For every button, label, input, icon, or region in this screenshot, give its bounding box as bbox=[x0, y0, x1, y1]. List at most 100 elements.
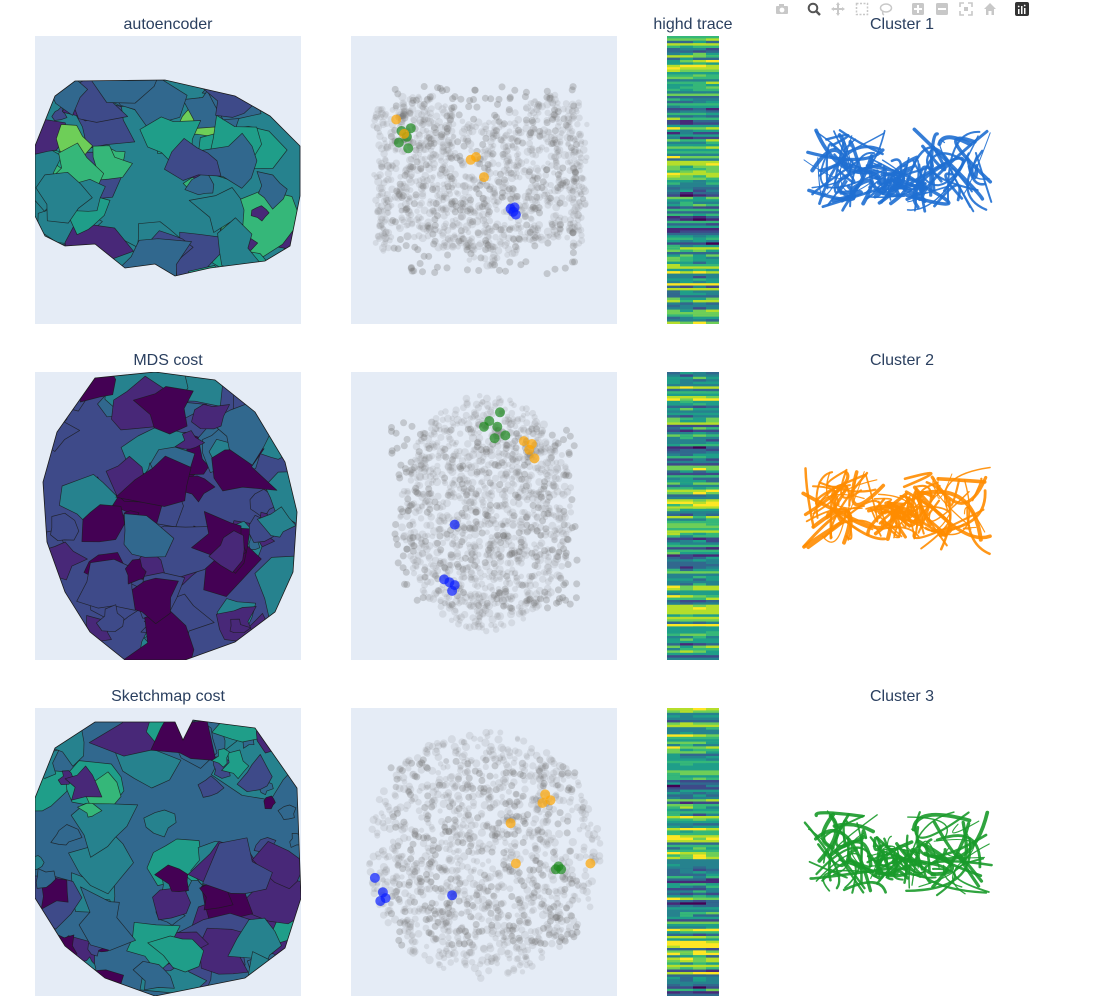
scatter-point-orange[interactable] bbox=[391, 114, 402, 125]
scatter-point-grey bbox=[554, 171, 562, 179]
heatmap-cell bbox=[667, 564, 719, 567]
scatter-point-grey bbox=[491, 461, 499, 469]
scatter-point-grey bbox=[512, 790, 520, 798]
scatter-point-orange[interactable] bbox=[526, 439, 537, 449]
scatter-point-grey bbox=[449, 415, 455, 421]
scatter-point-orange[interactable] bbox=[399, 128, 410, 139]
scatter-point-grey bbox=[506, 955, 513, 962]
heatmap-cell bbox=[693, 43, 706, 46]
scatter-point-grey bbox=[564, 561, 572, 568]
scatter-point-grey bbox=[510, 512, 518, 520]
scatter-point-grey bbox=[436, 961, 443, 969]
heatmap-cell bbox=[693, 636, 706, 639]
heatmap-cell bbox=[680, 398, 693, 402]
scatter-point-grey bbox=[523, 221, 531, 229]
heatmap-cell bbox=[706, 475, 719, 478]
heatmap-cell bbox=[680, 650, 693, 654]
scatter-point-grey bbox=[494, 735, 503, 744]
mds-cost-contour-plot[interactable] bbox=[35, 372, 301, 660]
heatmap-cell bbox=[667, 396, 680, 399]
sketchmap-scatter-plot[interactable] bbox=[351, 708, 617, 996]
heatmap-cell bbox=[680, 72, 693, 75]
scatter-point-grey bbox=[468, 595, 474, 602]
heatmap-cell bbox=[706, 112, 719, 116]
scatter-point-grey bbox=[400, 442, 408, 450]
heatmap-cell bbox=[680, 571, 693, 574]
sketchmap-cost-contour-plot[interactable] bbox=[35, 708, 301, 996]
scatter-point-orange[interactable] bbox=[529, 453, 540, 464]
heatmap-cell bbox=[706, 542, 719, 546]
scatter-point-green[interactable] bbox=[492, 421, 503, 432]
scatter-point-green[interactable] bbox=[393, 137, 404, 148]
heatmap-cell bbox=[680, 556, 693, 560]
scatter-point-green[interactable] bbox=[403, 143, 414, 154]
scatter-point-green[interactable] bbox=[495, 407, 505, 418]
scatter-point-blue[interactable] bbox=[447, 585, 458, 596]
scatter-point-orange[interactable] bbox=[471, 152, 481, 162]
scatter-point-grey bbox=[526, 595, 534, 603]
autoencoder-contour-plot[interactable] bbox=[35, 36, 301, 324]
scatter-point-grey bbox=[502, 839, 509, 846]
protein-ribbon bbox=[850, 470, 886, 507]
heatmap-cell bbox=[680, 129, 693, 133]
contour-region bbox=[219, 273, 242, 276]
scatter-point-grey bbox=[474, 229, 482, 237]
heatmap-cell bbox=[667, 424, 719, 428]
scatter-point-grey bbox=[447, 959, 455, 966]
heatmap-cell bbox=[693, 235, 706, 238]
scatter-point-grey bbox=[531, 242, 539, 250]
heatmap-cell bbox=[693, 537, 706, 541]
scatter-point-grey bbox=[459, 589, 467, 596]
scatter-point-grey bbox=[543, 146, 550, 153]
scatter-point-grey bbox=[542, 749, 551, 757]
scatter-point-grey bbox=[383, 177, 389, 183]
scatter-point-grey bbox=[548, 220, 556, 228]
scatter-point-grey bbox=[558, 451, 565, 459]
heatmap-cell bbox=[706, 602, 719, 606]
scatter-point-grey bbox=[452, 202, 460, 210]
scatter-point-grey bbox=[553, 894, 561, 902]
heatmap-cell bbox=[680, 146, 693, 150]
highd-trace-heatmap-1[interactable] bbox=[667, 36, 719, 324]
camera-icon[interactable] bbox=[770, 0, 794, 18]
heatmap-cell bbox=[667, 199, 719, 202]
scatter-point-green[interactable] bbox=[489, 433, 500, 444]
heatmap-cell bbox=[667, 247, 680, 250]
heatmap-cell bbox=[693, 52, 706, 56]
heatmap-cell bbox=[667, 124, 680, 128]
scatter-point-grey bbox=[437, 433, 445, 441]
heatmap-cell bbox=[706, 120, 719, 123]
scatter-point-green[interactable] bbox=[500, 430, 511, 441]
scatter-point-blue[interactable] bbox=[449, 519, 460, 530]
scatter-point-grey bbox=[522, 848, 529, 856]
scatter-point-grey bbox=[412, 938, 419, 946]
scatter-point-grey bbox=[521, 213, 529, 221]
contour-region bbox=[59, 285, 125, 324]
scatter-point-grey bbox=[535, 204, 543, 212]
plotly-logo-icon[interactable] bbox=[1010, 0, 1034, 18]
scatter-point-grey bbox=[430, 139, 438, 147]
scatter-point-grey bbox=[380, 813, 387, 820]
scatter-point-orange[interactable] bbox=[479, 172, 489, 183]
cluster-1-structure[interactable] bbox=[770, 110, 1034, 240]
highd-trace-heatmap-2[interactable] bbox=[667, 372, 719, 660]
autoencoder-scatter-plot[interactable] bbox=[351, 36, 617, 324]
mds-scatter-plot[interactable] bbox=[351, 372, 617, 660]
scatter-point-grey bbox=[431, 498, 439, 506]
heatmap-cell bbox=[693, 314, 706, 318]
heatmap-cell bbox=[667, 240, 680, 243]
heatmap-cell bbox=[693, 633, 706, 637]
scatter-point-grey bbox=[493, 773, 499, 779]
cluster-2-structure[interactable] bbox=[770, 448, 1034, 578]
contour-region bbox=[35, 720, 66, 733]
scatter-point-grey bbox=[482, 237, 490, 244]
scatter-point-blue[interactable] bbox=[509, 202, 520, 213]
scatter-point-grey bbox=[563, 178, 571, 186]
scatter-point-grey bbox=[412, 191, 420, 199]
heatmap-cell bbox=[667, 271, 680, 274]
heatmap-cell bbox=[680, 244, 693, 248]
scatter-point-grey bbox=[577, 202, 584, 210]
scatter-point-green[interactable] bbox=[479, 421, 489, 432]
heatmap-cell bbox=[706, 48, 719, 51]
scatter-point-grey bbox=[460, 485, 468, 493]
